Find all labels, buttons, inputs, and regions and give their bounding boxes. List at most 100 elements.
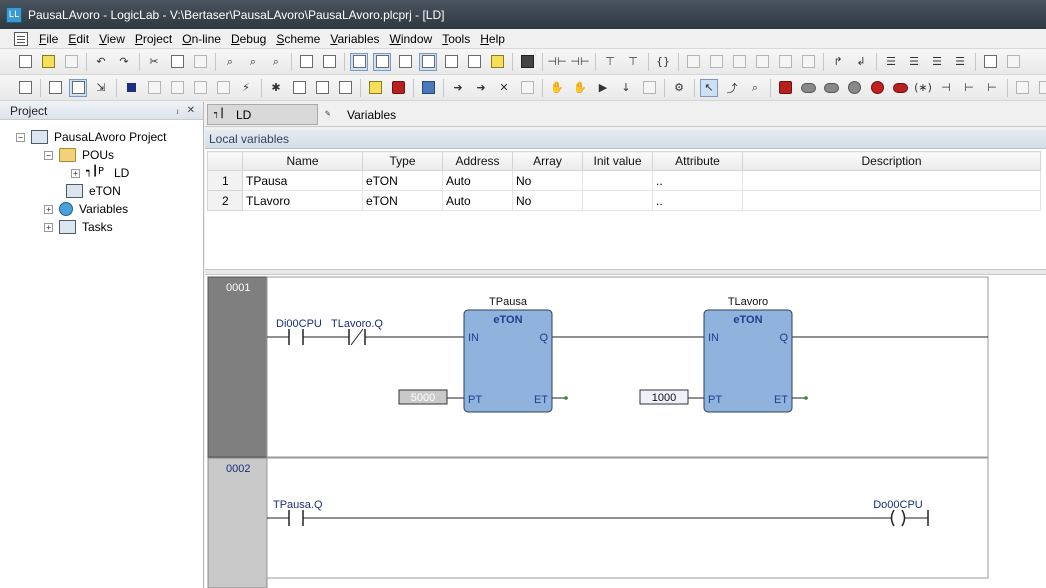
delete-object-icon[interactable] <box>389 79 407 97</box>
column-header-attribute[interactable]: Attribute <box>652 151 743 171</box>
watch-view-icon[interactable] <box>419 52 437 71</box>
cell-description[interactable] <box>742 190 1041 211</box>
function-block-tlavoro[interactable]: TLavoro eTON IN Q PT ET 1000 <box>639 296 808 413</box>
menu-project[interactable]: Project <box>130 32 177 46</box>
step-out-icon[interactable] <box>191 79 209 97</box>
cell-init-value[interactable] <box>582 190 653 211</box>
download-icon[interactable]: ⇲ <box>92 79 110 97</box>
step-icon[interactable] <box>145 79 163 97</box>
insert-branch-icon[interactable]: ⊤ <box>601 53 619 71</box>
row-number[interactable]: 1 <box>207 170 243 191</box>
step-over-icon[interactable] <box>214 79 232 97</box>
reset-coil-icon[interactable] <box>799 53 817 71</box>
column-header-type[interactable]: Type <box>362 151 443 171</box>
jump-icon[interactable]: ↱ <box>829 53 847 71</box>
insert-variable-icon[interactable] <box>799 79 817 97</box>
new-project-icon[interactable] <box>16 53 34 71</box>
project-view-icon[interactable] <box>350 52 368 71</box>
cell-type[interactable]: eTON <box>362 190 443 211</box>
tree-item-ld[interactable]: + ┑┃P LD <box>71 164 129 182</box>
connect-icon[interactable] <box>69 78 87 97</box>
insert-label-icon[interactable] <box>891 79 909 97</box>
insert-parallel-contact-icon[interactable]: ⊣⊢ <box>570 53 589 71</box>
graphic-trigger-icon[interactable] <box>336 79 354 97</box>
cell-attribute[interactable]: .. <box>652 190 743 211</box>
print-preview-icon[interactable] <box>320 53 338 71</box>
contact-tlavoro-q[interactable]: TLavoro.Q <box>331 318 383 346</box>
column-header-init-value[interactable]: Init value <box>582 151 653 171</box>
enable-en-eno-icon[interactable]: ⊢ <box>983 79 1001 97</box>
collapse-icon[interactable]: − <box>44 150 53 160</box>
network-comment-icon[interactable]: ☰ <box>928 53 946 71</box>
find-in-project-icon[interactable]: ⌕ <box>244 53 262 71</box>
run-icon[interactable]: ▶ <box>594 79 612 97</box>
expand-icon[interactable]: + <box>44 222 53 232</box>
menu-tools[interactable]: Tools <box>437 32 475 46</box>
output-view-icon[interactable] <box>396 53 414 71</box>
network-number-bar[interactable] <box>207 276 268 458</box>
properties-icon[interactable] <box>518 79 536 97</box>
row-number[interactable]: 2 <box>207 190 243 211</box>
go-to-icon[interactable]: ➜ <box>449 79 467 97</box>
catalog-icon[interactable] <box>465 53 483 71</box>
insert-expression-icon[interactable] <box>845 79 863 97</box>
table-row[interactable]: 2 TLavoro eTON Auto No .. <box>207 190 1041 211</box>
zoom-view-icon[interactable] <box>1004 53 1022 71</box>
tree-item-project[interactable]: − PausaLAvoro Project <box>16 128 167 146</box>
connection-icon[interactable]: ⤴ <box>723 79 741 97</box>
cell-address[interactable]: Auto <box>442 190 513 211</box>
breakpoint-icon[interactable]: ⚡ <box>237 79 255 97</box>
network-0001[interactable]: 0001 Di00CPU TLavoro.Q TPausa eTON IN Q … <box>207 276 989 458</box>
coil-do00cpu[interactable]: Do00CPU <box>873 499 929 527</box>
tree-item-eton[interactable]: eTON <box>66 182 121 200</box>
cell-name[interactable]: TLavoro <box>242 190 363 211</box>
cell-description[interactable] <box>742 170 1041 191</box>
copy-block-icon[interactable] <box>640 79 658 97</box>
undo-icon[interactable]: ↶ <box>92 53 110 71</box>
cell-type[interactable]: eTON <box>362 170 443 191</box>
insert-comment-icon[interactable]: (∗) <box>914 79 932 97</box>
return-icon[interactable]: ↲ <box>852 53 870 71</box>
menu-help[interactable]: Help <box>475 32 510 46</box>
table-row[interactable]: 1 TPausa eTON Auto No .. <box>207 170 1041 191</box>
library-view-icon[interactable] <box>373 52 391 71</box>
column-header-description[interactable]: Description <box>742 151 1041 171</box>
coil-icon[interactable] <box>684 53 702 71</box>
step-into-icon[interactable] <box>168 79 186 97</box>
function-block-tpausa[interactable]: TPausa eTON IN Q PT ET 5000 <box>398 296 568 413</box>
replace-icon[interactable]: ⌕ <box>267 53 285 71</box>
collapse-icon[interactable]: − <box>16 132 25 142</box>
menu-debug[interactable]: Debug <box>226 32 271 46</box>
column-header-address[interactable]: Address <box>442 151 513 171</box>
refresh-icon[interactable] <box>419 79 437 97</box>
trigger-icon[interactable] <box>313 79 331 97</box>
menu-online[interactable]: On-line <box>177 32 226 46</box>
insert-parallel-branch-icon[interactable]: ⊤ <box>624 53 642 71</box>
compile-icon[interactable] <box>16 79 34 97</box>
open-project-icon[interactable] <box>39 53 57 71</box>
menu-view[interactable]: View <box>94 32 130 46</box>
insert-network-icon[interactable]: ☰ <box>882 53 900 71</box>
auto-connect-icon[interactable] <box>1013 79 1031 97</box>
cell-name[interactable]: TPausa <box>242 170 363 191</box>
menu-variables[interactable]: Variables <box>325 32 384 46</box>
oscilloscope-icon[interactable] <box>442 53 460 71</box>
cell-array[interactable]: No <box>512 190 583 211</box>
expand-icon[interactable]: + <box>71 168 80 178</box>
zoom-icon[interactable]: ⌕ <box>746 79 764 97</box>
insert-output-pin-icon[interactable]: ⊢ <box>960 79 978 97</box>
sort-icon[interactable]: ↓ <box>617 79 635 97</box>
menu-file[interactable]: File <box>34 32 63 46</box>
pin-icon[interactable]: ⱼ <box>177 105 179 116</box>
tree-item-tasks[interactable]: + Tasks <box>44 218 113 236</box>
pan-icon[interactable]: ✋ <box>548 79 566 97</box>
contact-tpausa-q[interactable]: TPausa.Q <box>273 499 323 526</box>
cell-array[interactable]: No <box>512 170 583 191</box>
column-header-array[interactable]: Array <box>512 151 583 171</box>
stop-icon[interactable] <box>122 79 140 97</box>
copy-icon[interactable] <box>168 53 186 71</box>
insert-block-icon[interactable] <box>776 79 794 97</box>
paste-icon[interactable] <box>191 53 209 71</box>
wire-icon[interactable] <box>1036 79 1046 97</box>
print-icon[interactable] <box>297 53 315 71</box>
